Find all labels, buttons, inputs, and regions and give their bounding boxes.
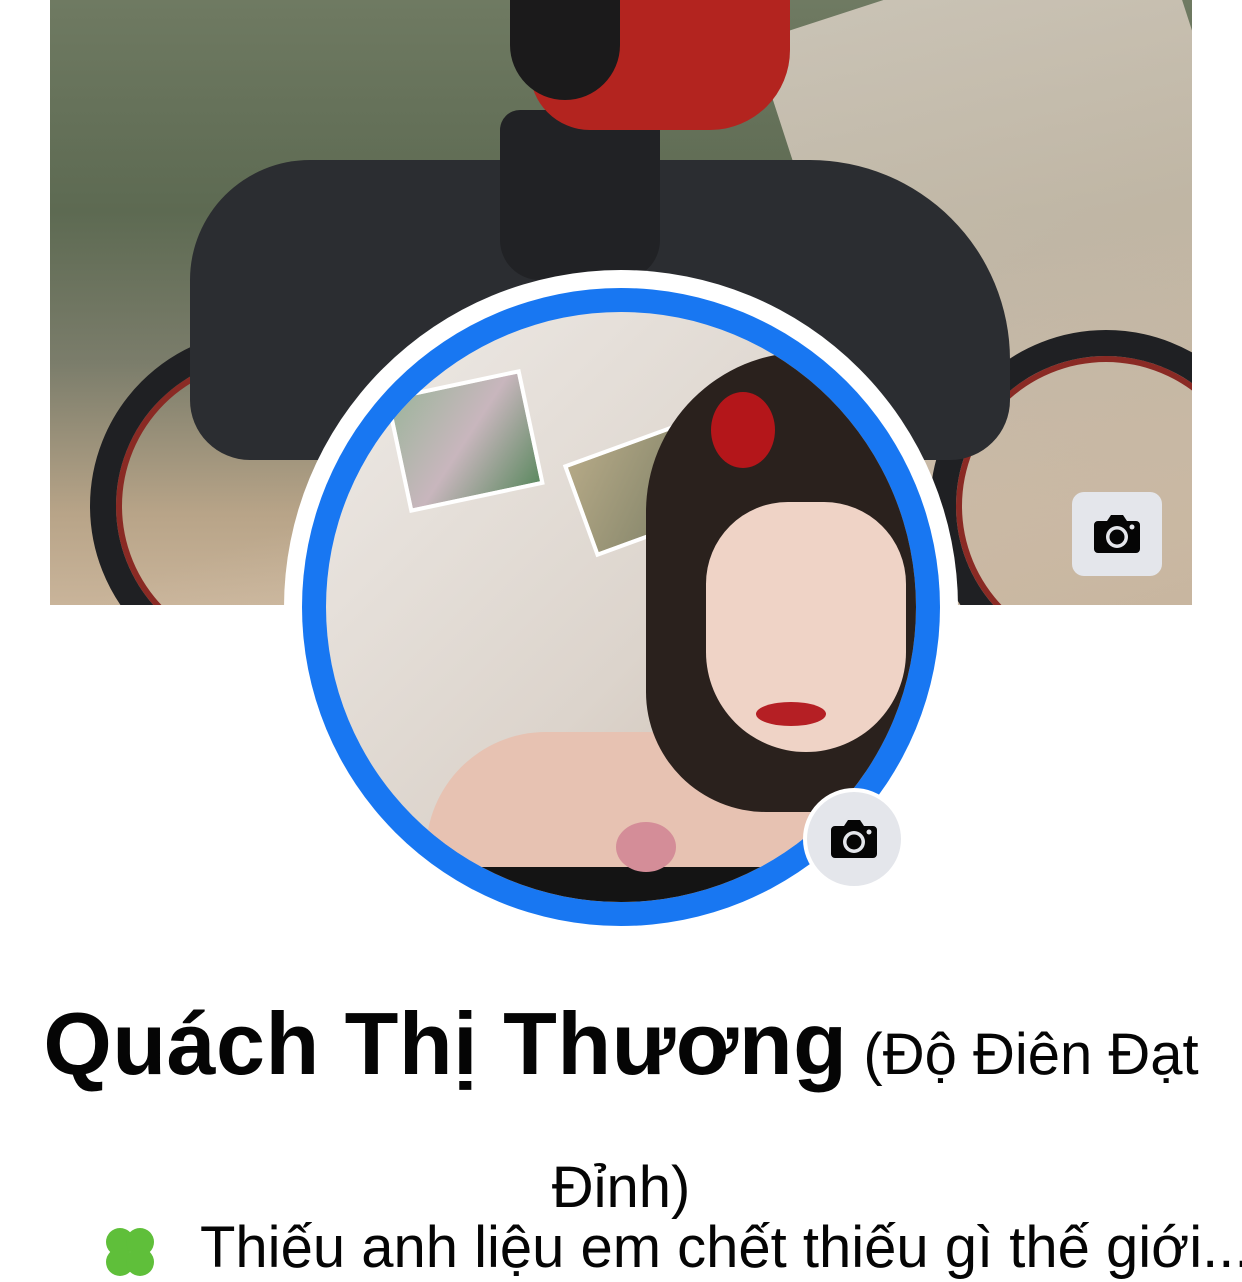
avatar-lips (756, 702, 826, 726)
camera-icon (1094, 515, 1140, 553)
hair-clip (711, 392, 775, 468)
flower-tattoo (616, 822, 676, 872)
profile-name: Quách Thị Thương (43, 994, 848, 1093)
cover-rider-skirt (500, 110, 660, 280)
profile-bio-text: Thiếu anh liệu em chết thiếu gì thế giới… (200, 1215, 1242, 1280)
profile-bio: Thiếu anh liệu em chết thiếu gì thế giới… (100, 1214, 1242, 1282)
edit-cover-photo-button[interactable] (1072, 492, 1162, 576)
camera-icon (831, 820, 877, 858)
clover-icon (106, 1227, 154, 1276)
edit-profile-picture-button[interactable] (803, 788, 905, 890)
